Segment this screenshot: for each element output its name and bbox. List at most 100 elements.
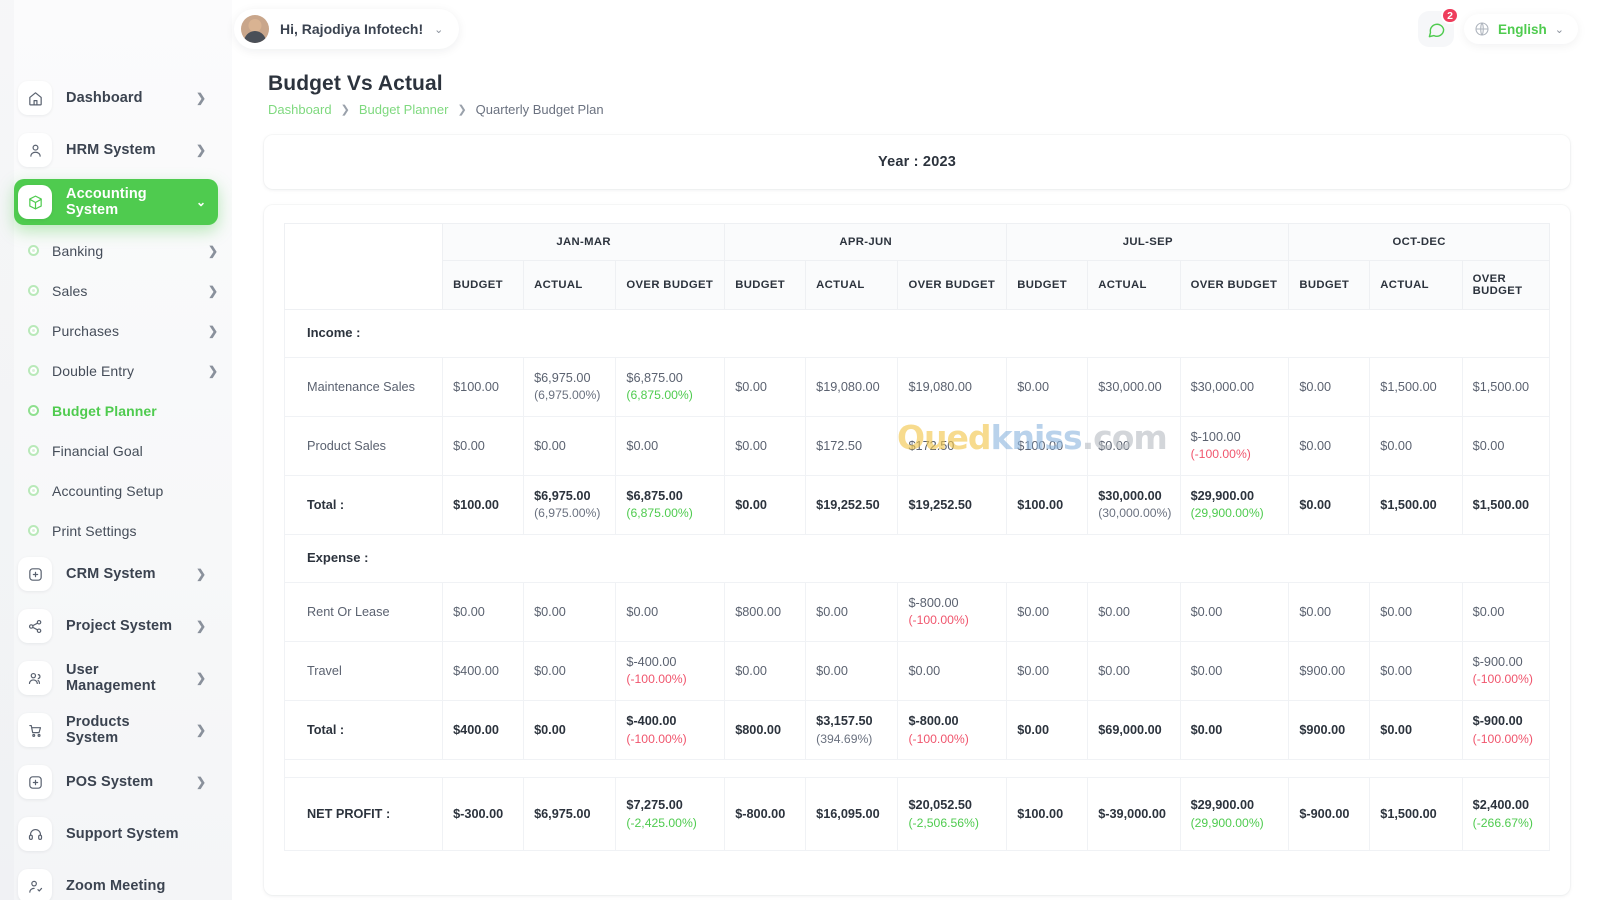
- table-cell-3: $0.00: [724, 475, 807, 536]
- table-cell-3: $-800.00: [724, 777, 807, 852]
- language-selector[interactable]: English ⌄: [1464, 14, 1578, 44]
- chevron-icon: ❯: [195, 567, 206, 581]
- pos-icon: [28, 775, 42, 789]
- sidebar-item-project-system[interactable]: Project System ❯: [14, 603, 218, 649]
- table-cell-9: $0.00: [1288, 415, 1371, 477]
- nav-label: Zoom Meeting: [66, 878, 166, 894]
- subitem-label: Accounting Setup: [52, 482, 164, 499]
- sidebar-item-support-system[interactable]: Support System: [14, 811, 218, 857]
- table-cell-4: $0.00: [805, 581, 899, 643]
- cell-amount: $800.00: [735, 723, 782, 737]
- table-cell-0: $100.00: [442, 475, 525, 536]
- sidebar-item-accounting-system[interactable]: Accounting System ⌄: [14, 179, 218, 225]
- cell-amount: $1,500.00: [1380, 497, 1437, 512]
- cell-amount: $69,000.00: [1098, 723, 1162, 737]
- main-area: Hi, Rajodiya Infotech! ⌄ 2 English ⌄ Bud…: [232, 0, 1600, 900]
- table-cell-3: $0.00: [724, 641, 807, 702]
- quarter-header-row: JAN-MAR APR-JUN JUL-SEP OCT-DEC: [283, 223, 1550, 310]
- sidebar-subitem-financial-goal[interactable]: Financial Goal: [14, 431, 218, 470]
- avatar: [241, 15, 269, 43]
- cell-amount: $0.00: [1380, 663, 1413, 678]
- sidebar-subitem-double-entry[interactable]: Double Entry ❯: [14, 351, 218, 390]
- breadcrumb-dashboard[interactable]: Dashboard: [268, 102, 332, 117]
- sidebar-main-nav: Dashboard ❯ HRM System ❯ Accounting System ⌄: [0, 75, 232, 225]
- row-label: Travel: [283, 641, 444, 702]
- table-cell-5: $-800.00 (-100.00%): [897, 581, 1008, 643]
- sidebar-subitem-accounting-setup[interactable]: Accounting Setup: [14, 471, 218, 510]
- breadcrumb-current: Quarterly Budget Plan: [475, 102, 604, 117]
- messages-button[interactable]: 2: [1418, 7, 1460, 47]
- cell-amount: $0.00: [735, 663, 767, 678]
- table-cell-8: $-100.00 (-100.00%): [1179, 415, 1290, 477]
- subitem-label: Sales: [52, 282, 88, 299]
- sidebar-item-pos-system[interactable]: POS System ❯: [14, 759, 218, 805]
- chevron-icon: ❯: [207, 243, 218, 258]
- table-cell-10: $1,500.00: [1369, 475, 1463, 536]
- table-row-product-sales: Product Sales $0.00 $0.00 $0.00 $0.00 $172.50…: [283, 415, 1551, 477]
- sidebar-subitem-banking[interactable]: Banking ❯: [14, 231, 218, 270]
- table-cell-6: $0.00: [1006, 581, 1089, 643]
- table-cell-4: $19,252.50: [805, 475, 899, 536]
- sidebar-item-user-management[interactable]: User Management ❯: [14, 655, 218, 701]
- sidebar-subitem-purchases[interactable]: Purchases ❯: [14, 311, 218, 350]
- cell-amount: $100.00: [453, 497, 499, 512]
- bullet-icon: [28, 325, 39, 336]
- cell-amount: $-100.00: [1190, 429, 1241, 444]
- sidebar-item-dashboard[interactable]: Dashboard ❯: [14, 75, 218, 121]
- sidebar-item-zoom-meeting[interactable]: Zoom Meeting: [14, 863, 218, 900]
- cell-amount: $0.00: [816, 604, 848, 619]
- cell-amount: $0.00: [1017, 604, 1050, 619]
- cell-amount: $0.00: [1017, 663, 1050, 678]
- table-cell-10: $1,500.00: [1369, 777, 1463, 852]
- nav-label: Products System: [66, 714, 130, 746]
- table-cell-3: $800.00: [724, 581, 807, 643]
- table-cell-11: $0.00: [1461, 415, 1551, 477]
- table-cell-1: $6,975.00 (6,975.00%): [523, 475, 617, 536]
- cell-amount: $0.00: [1472, 604, 1505, 619]
- home-icon: [28, 91, 42, 105]
- table-row-maintenance-sales: Maintenance Sales $100.00 $6,975.00 (6,975.…: [283, 356, 1551, 417]
- cell-amount: $19,080.00: [908, 379, 972, 394]
- nav-label: User Management: [66, 662, 156, 694]
- cell-percent: (6,975.00%): [534, 388, 601, 403]
- sidebar-subitem-sales[interactable]: Sales ❯: [14, 271, 218, 310]
- user-check-icon-wrap: [18, 869, 52, 900]
- metric-header-row: BUDGET ACTUAL OVER BUDGET BUDGET ACTUAL OVER …: [285, 260, 1551, 310]
- bullet-icon: [28, 485, 39, 496]
- table-cell-0: $400.00: [442, 700, 525, 761]
- table-cell-8: $0.00: [1179, 641, 1290, 702]
- cell-amount: $400.00: [453, 723, 499, 737]
- cell-amount: $0.00: [1017, 379, 1050, 394]
- cell-percent: (-100.00%): [626, 672, 687, 687]
- nav-label: CRM System: [66, 566, 156, 582]
- table-cell-1: $0.00: [523, 581, 617, 643]
- table-cell-7: $30,000.00: [1087, 356, 1181, 417]
- app-root: Dashboard ❯ HRM System ❯ Accounting System ⌄ …: [0, 0, 1600, 900]
- table-cell-0: $0.00: [442, 581, 525, 643]
- table-cell-11: $2,400.00 (-266.67%): [1461, 777, 1551, 852]
- sidebar-subitem-budget-planner[interactable]: Budget Planner: [14, 391, 218, 430]
- share-icon: [28, 619, 41, 633]
- box-icon-wrap: [18, 185, 52, 219]
- sidebar-item-crm-system[interactable]: CRM System ❯: [14, 551, 218, 597]
- breadcrumb-separator-1: ❯: [340, 104, 350, 116]
- sidebar-item-hrm-system[interactable]: HRM System ❯: [14, 127, 218, 173]
- cell-percent: (-100.00%): [908, 731, 969, 746]
- table-cell-1: $0.00: [523, 700, 617, 761]
- sidebar-item-products-system[interactable]: Products System ❯: [14, 707, 218, 753]
- cell-amount: $2,400.00: [1472, 798, 1530, 813]
- table-cell-2: $-400.00 (-100.00%): [615, 641, 726, 702]
- cell-amount: $-900.00: [1472, 655, 1523, 670]
- cell-amount: $-800.00: [735, 807, 786, 822]
- cell-percent: (-266.67%): [1472, 815, 1533, 830]
- budget-vs-actual-table: JAN-MAR APR-JUN JUL-SEP OCT-DEC BUDGET ACTUA…: [283, 223, 1551, 852]
- user-icon-wrap: [18, 133, 52, 167]
- breadcrumb-budget-planner[interactable]: Budget Planner: [359, 102, 449, 117]
- sidebar-subitem-print-settings[interactable]: Print Settings: [14, 511, 218, 550]
- table-cell-5: $-800.00 (-100.00%): [897, 700, 1008, 761]
- user-menu-button[interactable]: Hi, Rajodiya Infotech! ⌄: [234, 9, 460, 49]
- cell-amount: $0.00: [1098, 438, 1130, 453]
- nav-label: Accounting System: [66, 186, 147, 218]
- table-cell-7: $-39,000.00: [1087, 777, 1181, 852]
- quarter-header-oct-dec: OCT-DEC: [1288, 223, 1550, 261]
